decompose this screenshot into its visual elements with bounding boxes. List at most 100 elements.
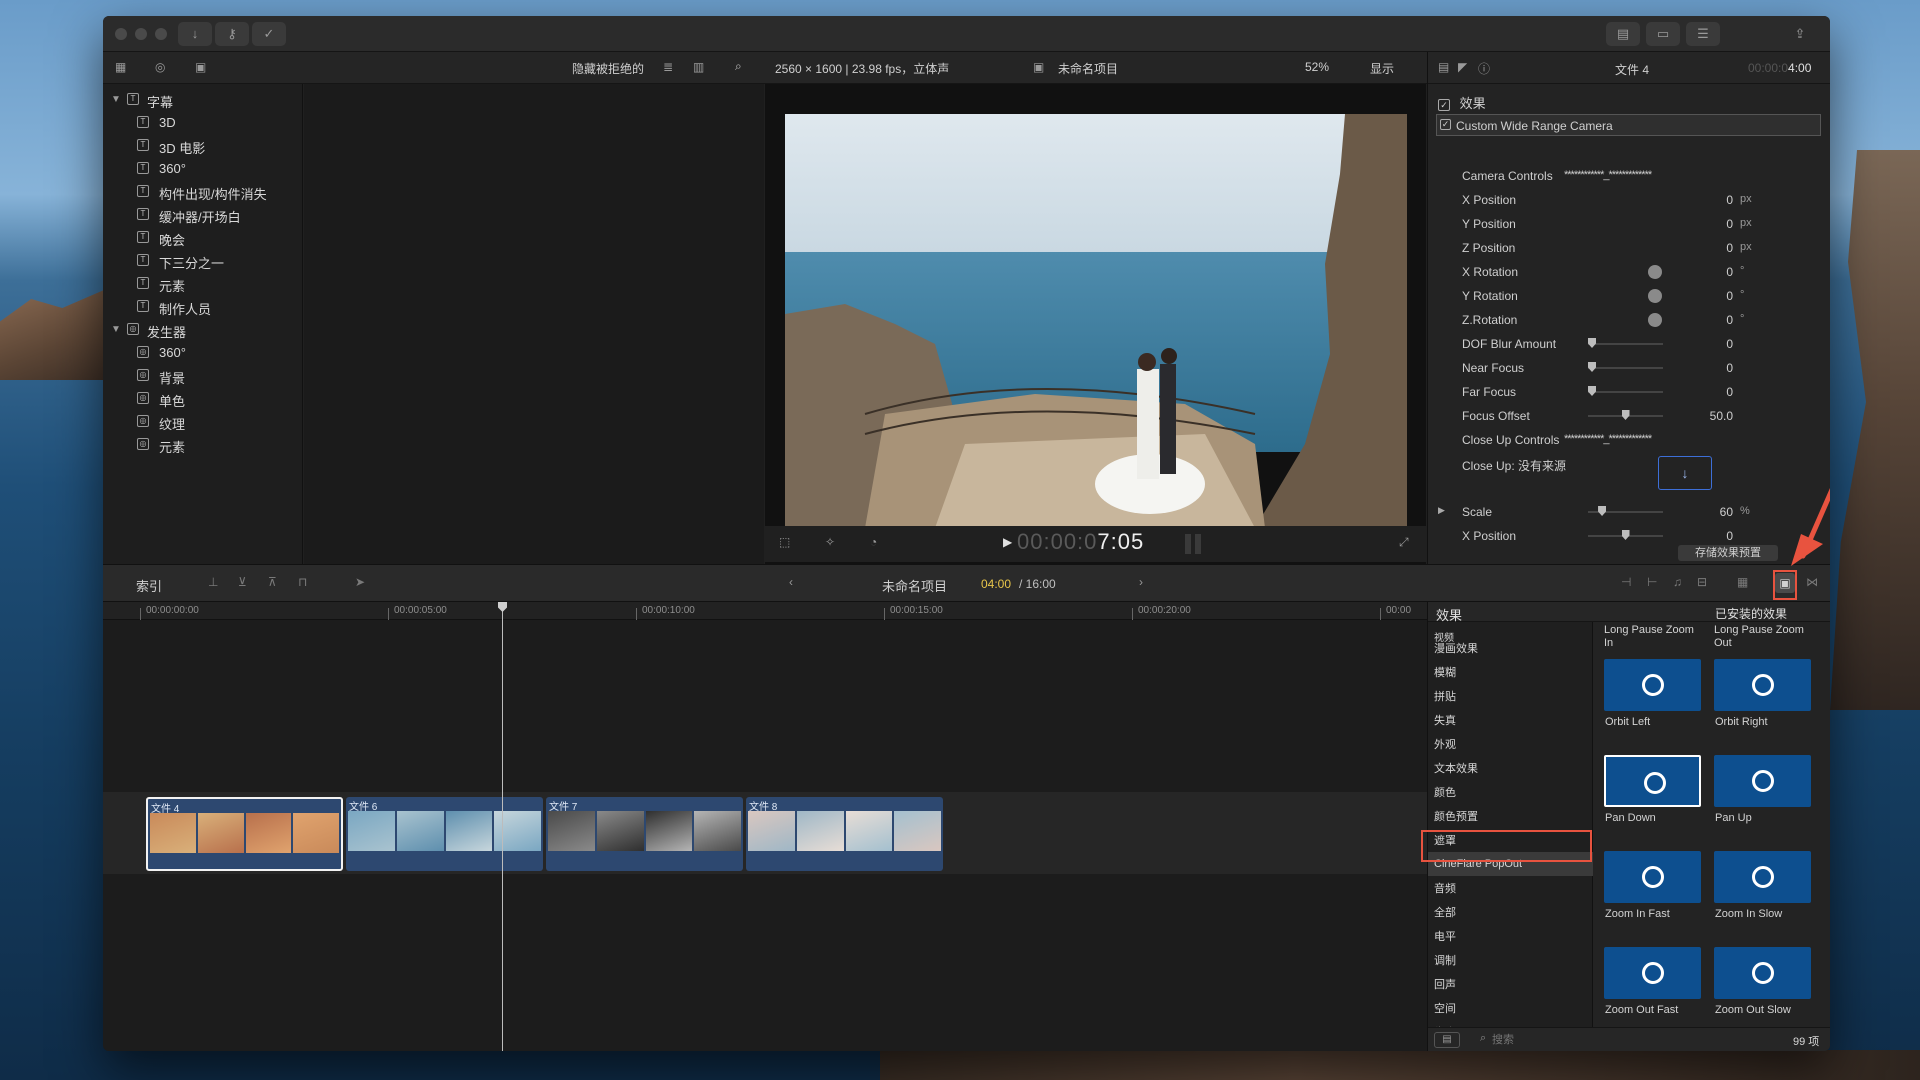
effect-item[interactable]: Zoom Out Slow (1714, 947, 1814, 1025)
effect-item[interactable]: Orbit Right (1714, 659, 1814, 737)
effects-category-item[interactable]: 空间 (1434, 996, 1456, 1020)
viewer-timecode[interactable]: 00:00:07:05 (1017, 529, 1144, 555)
retime-icon[interactable]: ◔ (870, 535, 877, 549)
rotation-dial[interactable] (1648, 313, 1662, 327)
effect-thumbnail[interactable] (1604, 659, 1701, 711)
slider-knob[interactable] (1598, 506, 1607, 516)
save-preset-button[interactable]: 存储效果预置 (1678, 545, 1778, 561)
sidebar-toggle-icon[interactable]: ▤ (1434, 1032, 1460, 1048)
solo-icon[interactable]: ♫ (1673, 575, 1682, 589)
library-item[interactable]: T 元素 (103, 272, 303, 295)
library-item[interactable]: ◎ 360° (103, 341, 303, 364)
effects-category-item[interactable]: 全部 (1434, 900, 1456, 924)
photos-audio-icon[interactable]: ◎ (155, 60, 165, 74)
effect-thumbnail[interactable] (1714, 851, 1811, 903)
effect-enable-checkbox[interactable]: ✓ (1440, 119, 1451, 130)
effects-category-item[interactable]: 模糊 (1434, 660, 1456, 684)
effects-category-item[interactable]: 音频 (1434, 876, 1456, 900)
installed-effects-popup[interactable]: 已安装的效果 (1715, 605, 1787, 622)
effect-thumbnail[interactable] (1604, 851, 1701, 903)
slider-knob[interactable] (1588, 338, 1596, 348)
minimize-window-button[interactable] (135, 28, 147, 40)
slider-knob[interactable] (1621, 530, 1630, 540)
parameter-slider[interactable] (1588, 362, 1663, 372)
insert-clip-icon[interactable]: ⊻ (238, 575, 247, 589)
effect-thumbnail[interactable] (1604, 755, 1701, 807)
timeline-ruler[interactable]: 00:00:00:00 00:00:05:00 00:00:10:00 00:00:1… (103, 602, 1427, 620)
parameter-row[interactable]: Y Position 0 px (1428, 212, 1830, 236)
slider-knob[interactable] (1588, 362, 1596, 372)
clip-appearance-icon[interactable]: ▥ (693, 60, 704, 74)
append-clip-icon[interactable]: ⊼ (268, 575, 277, 589)
parameter-row[interactable]: Close Up: 没有来源 ↓ (1428, 452, 1830, 492)
parameter-value[interactable]: 60 (1720, 505, 1733, 519)
close-window-button[interactable] (115, 28, 127, 40)
parameter-row[interactable]: ▶ Scale 60% (1428, 500, 1830, 524)
connect-clip-icon[interactable]: ⊥ (208, 575, 218, 589)
parameter-value[interactable]: 0 (1726, 289, 1733, 303)
layout-libraries-icon[interactable]: ▤ (1606, 22, 1640, 46)
play-icon[interactable]: ▶ (1003, 535, 1012, 549)
snapping-icon[interactable]: ⊟ (1697, 575, 1707, 589)
fullscreen-icon[interactable]: ⤢ (1399, 535, 1409, 550)
parameter-row[interactable]: Camera Controls ************_************… (1428, 164, 1830, 188)
effect-item[interactable]: Pan Down (1604, 755, 1704, 833)
display-popup[interactable]: 显示 (1370, 60, 1394, 77)
timeline-clip[interactable]: 文件 8 (746, 797, 943, 871)
effect-thumbnail[interactable] (1714, 947, 1811, 999)
effect-item[interactable]: Zoom In Fast (1604, 851, 1704, 929)
keyword-icon[interactable]: ⚷ (215, 22, 249, 46)
rotation-dial[interactable] (1648, 289, 1662, 303)
timeline-clip[interactable]: 文件 4 (146, 797, 343, 871)
parameter-value[interactable]: 0 (1726, 361, 1733, 375)
effects-category-item[interactable]: 外观 (1434, 732, 1456, 756)
skimming-icon[interactable]: ⊢ (1647, 575, 1657, 589)
layout-timeline-icon[interactable]: ▭ (1646, 22, 1680, 46)
select-tool-icon[interactable]: ➤ (355, 575, 365, 589)
effects-category-item[interactable]: 电平 (1434, 924, 1456, 948)
effects-category-item[interactable]: 调制 (1434, 948, 1456, 972)
history-back-icon[interactable]: ‹ (789, 575, 793, 589)
zoom-window-button[interactable] (155, 28, 167, 40)
parameter-value[interactable]: 0 (1726, 385, 1733, 399)
color-inspector-icon[interactable]: ◤ (1458, 60, 1467, 74)
timeline-clip[interactable]: 文件 7 (546, 797, 743, 871)
timeline-project-name[interactable]: 未命名项目 (882, 576, 947, 595)
filter-popup[interactable]: 隐藏被拒绝的 (572, 60, 644, 77)
parameter-row[interactable]: Close Up Controls ************_**********… (1428, 428, 1830, 452)
disclosure-triangle-icon[interactable]: ▶ (1438, 505, 1445, 516)
parameter-row[interactable]: Focus Offset 50.0 (1428, 404, 1830, 428)
library-item[interactable]: ◎ 纹理 (103, 410, 303, 433)
library-item[interactable]: T 制作人员 (103, 295, 303, 318)
slider-knob[interactable] (1621, 410, 1630, 420)
library-item[interactable]: T 下三分之一 (103, 249, 303, 272)
titles-generators-icon[interactable]: ▣ (195, 60, 206, 74)
list-view-icon[interactable]: ≣ (663, 60, 673, 74)
effect-item[interactable]: Pan Up (1714, 755, 1814, 833)
library-item[interactable]: ◎ 单色 (103, 387, 303, 410)
transform-icon[interactable]: ⬚ (779, 535, 790, 549)
parameter-popup[interactable]: ************_************* (1564, 169, 1652, 181)
parameter-row[interactable]: Far Focus 0 (1428, 380, 1830, 404)
library-item[interactable]: T 晚会 (103, 226, 303, 249)
parameter-slider[interactable] (1588, 530, 1663, 540)
disclosure-triangle-icon[interactable]: ▼ (111, 94, 121, 105)
library-group[interactable]: ▼ ◎ 发生器 (103, 318, 303, 341)
library-item[interactable]: T 360° (103, 157, 303, 180)
effects-category-item[interactable]: 文本效果 (1434, 756, 1478, 780)
audio-skimming-icon[interactable]: ⊣ (1621, 575, 1631, 589)
parameter-popup[interactable]: ************_************* (1564, 433, 1652, 445)
parameter-row[interactable]: Near Focus 0 (1428, 356, 1830, 380)
library-item[interactable]: ◎ 元素 (103, 433, 303, 456)
parameter-row[interactable]: Z Position 0 px (1428, 236, 1830, 260)
effects-category-item[interactable]: 颜色预置 (1434, 804, 1478, 828)
effect-thumbnail[interactable] (1714, 755, 1811, 807)
import-icon[interactable]: ↓ (178, 22, 212, 46)
libraries-icon[interactable]: ▦ (115, 60, 126, 74)
effect-thumbnail[interactable] (1604, 947, 1701, 999)
parameter-row[interactable]: Y Rotation 0 ° (1428, 284, 1830, 308)
clip-appearance-timeline-icon[interactable]: ▦ (1737, 575, 1748, 589)
effects-category-item[interactable]: 漫画效果 (1434, 636, 1478, 660)
library-item[interactable]: T 3D (103, 111, 303, 134)
parameter-value[interactable]: 0 (1726, 217, 1733, 231)
